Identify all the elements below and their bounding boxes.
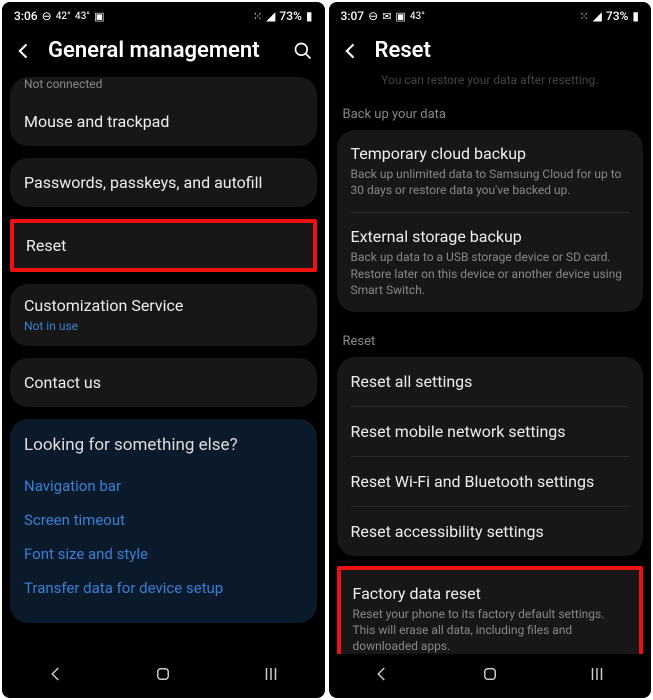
not-connected-label: Not connected	[10, 77, 317, 97]
wifi-icon: ⁙	[253, 10, 262, 23]
status-bar: 3:06 ⊖ 42° 43° ▣ ⁙ ◢ 73% ▮	[2, 2, 325, 30]
signal-icon: ◢	[266, 9, 275, 23]
card-passwords[interactable]: Passwords, passkeys, and autofill	[10, 158, 317, 207]
link-navigation-bar[interactable]: Navigation bar	[24, 469, 303, 503]
dnd-icon: ⊖	[368, 9, 378, 23]
item-reset-accessibility[interactable]: Reset accessibility settings	[337, 507, 644, 556]
content: Not connected Mouse and trackpad Passwor…	[2, 77, 325, 654]
looking-heading: Looking for something else?	[24, 435, 303, 455]
status-time: 3:07	[341, 9, 365, 23]
item-label: Reset Wi-Fi and Bluetooth settings	[351, 472, 630, 491]
item-mouse-trackpad[interactable]: Mouse and trackpad	[10, 97, 317, 146]
item-label: Reset	[26, 236, 107, 255]
image-icon: ▣	[94, 10, 104, 23]
battery-icon: ▮	[632, 9, 639, 23]
card-customization[interactable]: Customization Service Not in use	[10, 284, 317, 346]
status-temp2: 43°	[75, 11, 90, 22]
home-button[interactable]	[134, 657, 192, 695]
link-font-size[interactable]: Font size and style	[24, 537, 303, 571]
item-sub: Reset your phone to its factory default …	[353, 606, 628, 654]
card-backup: Temporary cloud backup Back up unlimited…	[337, 130, 644, 312]
mail-icon: ✉	[382, 10, 391, 23]
header: General management	[2, 30, 325, 77]
phone-left: 3:06 ⊖ 42° 43° ▣ ⁙ ◢ 73% ▮ General manag…	[2, 2, 325, 698]
card-group-1: Not connected Mouse and trackpad	[10, 77, 317, 146]
status-temp: 43°	[410, 11, 425, 22]
section-reset-label: Reset	[337, 324, 644, 357]
item-label: Passwords, passkeys, and autofill	[24, 173, 303, 192]
home-button[interactable]	[461, 657, 519, 695]
image-icon: ▣	[395, 10, 405, 23]
dnd-icon: ⊖	[42, 9, 52, 23]
item-label: Temporary cloud backup	[351, 144, 630, 163]
item-label: Reset accessibility settings	[351, 522, 630, 541]
content: You can restore your data after resettin…	[329, 73, 652, 654]
recent-button[interactable]	[27, 657, 85, 695]
item-label: Customization Service	[24, 296, 303, 315]
back-icon[interactable]	[14, 41, 34, 61]
battery-pct: 73%	[606, 9, 628, 23]
card-reset-options: Reset all settings Reset mobile network …	[337, 357, 644, 556]
status-temp1: 42°	[56, 11, 71, 22]
page-title: General management	[48, 38, 279, 63]
item-label: Contact us	[24, 373, 303, 392]
back-icon[interactable]	[341, 41, 361, 61]
section-backup-label: Back up your data	[337, 97, 644, 130]
item-temp-cloud-backup[interactable]: Temporary cloud backup Back up unlimited…	[337, 130, 644, 212]
status-time: 3:06	[14, 9, 38, 23]
header: Reset	[329, 30, 652, 73]
back-button[interactable]	[242, 657, 300, 695]
android-navbar	[2, 654, 325, 698]
wifi-icon: ⁙	[579, 10, 588, 23]
recent-button[interactable]	[353, 657, 411, 695]
item-sub: Back up data to a USB storage device or …	[351, 249, 630, 298]
link-transfer-data[interactable]: Transfer data for device setup	[24, 571, 303, 605]
search-icon[interactable]	[293, 41, 313, 61]
signal-icon: ◢	[593, 9, 602, 23]
card-reset[interactable]: Reset	[10, 219, 317, 272]
item-label: Reset mobile network settings	[351, 422, 630, 441]
item-label: Factory data reset	[353, 584, 628, 603]
card-contact[interactable]: Contact us	[10, 358, 317, 407]
truncated-text: You can restore your data after resettin…	[337, 73, 644, 97]
item-sub: Back up unlimited data to Samsung Cloud …	[351, 166, 630, 198]
item-label: Mouse and trackpad	[24, 112, 303, 131]
link-screen-timeout[interactable]: Screen timeout	[24, 503, 303, 537]
battery-pct: 73%	[279, 9, 301, 23]
item-label: Reset all settings	[351, 372, 630, 391]
item-external-backup[interactable]: External storage backup Back up data to …	[337, 213, 644, 312]
item-reset-mobile[interactable]: Reset mobile network settings	[337, 407, 644, 456]
page-title: Reset	[375, 38, 640, 63]
item-reset-wifi-bt[interactable]: Reset Wi-Fi and Bluetooth settings	[337, 457, 644, 506]
card-factory-reset[interactable]: Factory data reset Reset your phone to i…	[337, 566, 644, 654]
back-button[interactable]	[568, 657, 626, 695]
item-reset-all[interactable]: Reset all settings	[337, 357, 644, 406]
status-bar: 3:07 ⊖ ✉ ▣ 43° ⁙ ◢ 73% ▮	[329, 2, 652, 30]
battery-icon: ▮	[306, 9, 313, 23]
item-label: External storage backup	[351, 227, 630, 246]
item-sub: Not in use	[24, 318, 303, 334]
card-looking: Looking for something else? Navigation b…	[10, 419, 317, 623]
android-navbar	[329, 654, 652, 698]
phone-right: 3:07 ⊖ ✉ ▣ 43° ⁙ ◢ 73% ▮ Reset You can r…	[329, 2, 652, 698]
